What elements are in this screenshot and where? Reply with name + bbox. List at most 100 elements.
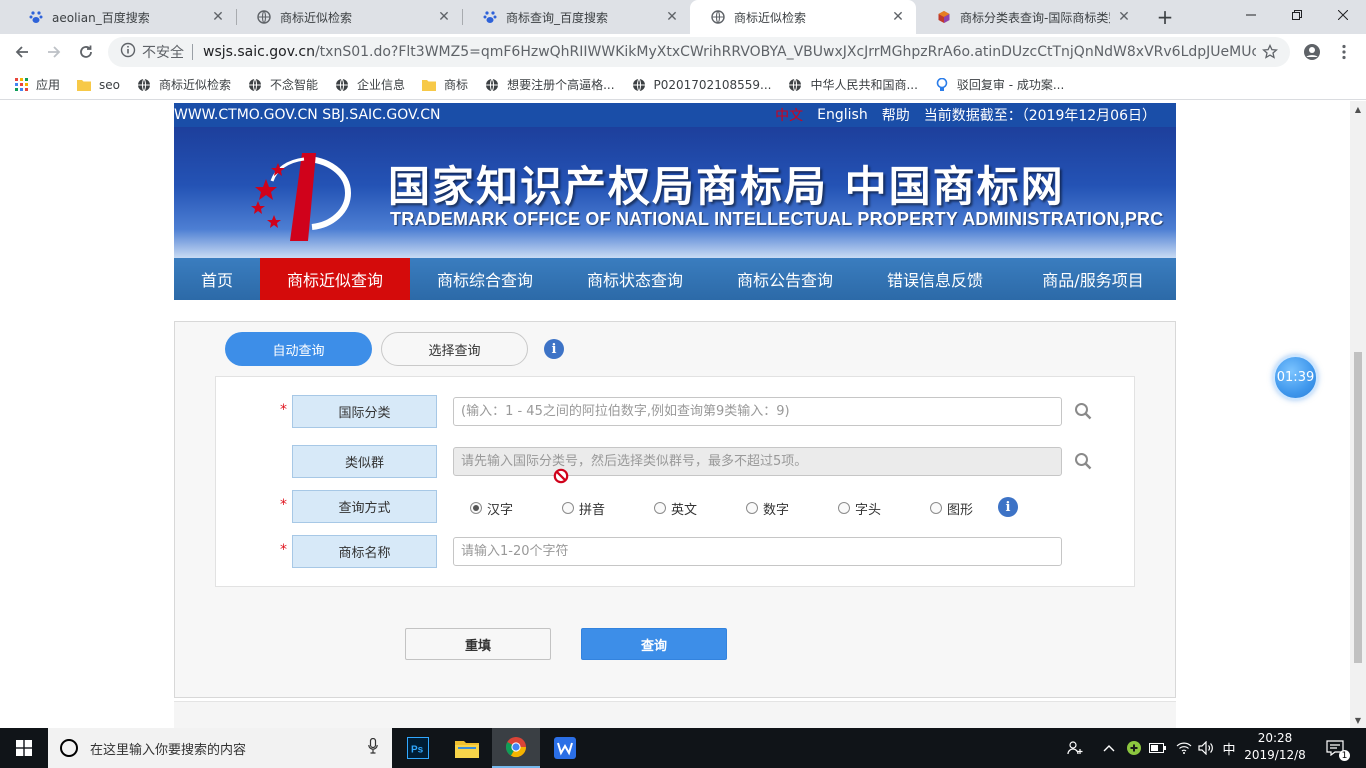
windows-taskbar: 在这里输入你要搜索的内容 Ps 中 20:28 2019/12/8 1 bbox=[0, 728, 1366, 768]
radio-hanzi[interactable]: 汉字 bbox=[470, 499, 562, 518]
query-button[interactable]: 查询 bbox=[581, 628, 727, 660]
page-scrollbar[interactable]: ▲ ▼ bbox=[1350, 101, 1366, 728]
bookmark-prc[interactable]: 中华人民共和国商... bbox=[788, 76, 918, 93]
bookmark-register[interactable]: 想要注册个高逼格... bbox=[485, 76, 615, 93]
tab-class-table[interactable]: 商标分类表查询-国际商标类别 ✕ bbox=[916, 0, 1142, 34]
taskbar-search-box[interactable]: 在这里输入你要搜索的内容 bbox=[48, 728, 392, 768]
similar-group-label: 类似群 bbox=[292, 445, 437, 478]
info-circle-icon[interactable] bbox=[120, 42, 136, 62]
globe-icon bbox=[137, 78, 151, 92]
url-text[interactable]: wsjs.saic.gov.cn/txnS01.do?Flt3WMZ5=qmF6… bbox=[203, 44, 1256, 60]
floating-timer-widget[interactable]: 01:39 bbox=[1273, 355, 1318, 400]
bookmark-apps[interactable]: 应用 bbox=[14, 76, 60, 93]
radio-dot[interactable] bbox=[654, 502, 666, 514]
menu-kebab-icon[interactable] bbox=[1330, 38, 1358, 66]
info-icon[interactable]: i bbox=[998, 497, 1018, 517]
tab-trademark-query-search[interactable]: 商标查询_百度搜索 ✕ bbox=[462, 0, 690, 34]
select-query-tab[interactable]: 选择查询 bbox=[381, 332, 528, 366]
close-icon[interactable]: ✕ bbox=[210, 9, 226, 25]
forward-button[interactable] bbox=[40, 38, 68, 66]
nav-home[interactable]: 首页 bbox=[174, 258, 260, 300]
nav-error-feedback[interactable]: 错误信息反馈 bbox=[860, 258, 1010, 300]
intl-class-label: 国际分类 bbox=[292, 395, 437, 428]
query-method-label: 查询方式 bbox=[292, 490, 437, 523]
bookmark-review[interactable]: 驳回复审 - 成功案... bbox=[935, 76, 1064, 93]
similar-group-input[interactable] bbox=[453, 447, 1062, 476]
chevron-up-icon[interactable] bbox=[1100, 728, 1118, 768]
reload-button[interactable] bbox=[72, 38, 100, 66]
search-icon[interactable] bbox=[1074, 452, 1092, 470]
file-explorer-icon[interactable] bbox=[443, 728, 491, 768]
profile-avatar-icon[interactable] bbox=[1298, 38, 1326, 66]
browser-tabstrip: aeolian_百度搜索 ✕ 商标近似检索 ✕ 商标查询_百度搜索 ✕ 商标近似… bbox=[0, 0, 1366, 34]
search-icon[interactable] bbox=[1074, 402, 1092, 420]
clock-date: 2019/12/8 bbox=[1244, 748, 1306, 762]
nav-announcement-query[interactable]: 商标公告查询 bbox=[710, 258, 860, 300]
globe-icon bbox=[335, 78, 349, 92]
radio-dot[interactable] bbox=[930, 502, 942, 514]
people-icon[interactable] bbox=[1064, 728, 1086, 768]
notification-center-icon[interactable]: 1 bbox=[1320, 728, 1350, 768]
photoshop-icon[interactable]: Ps bbox=[394, 728, 442, 768]
close-icon[interactable]: ✕ bbox=[890, 9, 906, 25]
nav-comprehensive-query[interactable]: 商标综合查询 bbox=[410, 258, 560, 300]
not-secure-label[interactable]: 不安全 bbox=[142, 42, 184, 62]
scrollbar-thumb[interactable] bbox=[1354, 352, 1362, 663]
bookmark-bunian[interactable]: 不念智能 bbox=[248, 76, 318, 93]
bookmark-trademark-similar[interactable]: 商标近似检索 bbox=[137, 76, 231, 93]
nav-goods-services[interactable]: 商品/服务项目 bbox=[1010, 258, 1176, 300]
close-window-button[interactable] bbox=[1320, 0, 1366, 30]
site-top-strip: WWW.CTMO.GOV.CN SBJ.SAIC.GOV.CN 中文 Engli… bbox=[174, 103, 1176, 127]
radio-dot[interactable] bbox=[746, 502, 758, 514]
taskbar-clock[interactable]: 20:28 2019/12/8 bbox=[1240, 730, 1310, 764]
help-link[interactable]: 帮助 bbox=[882, 105, 910, 125]
lang-chinese-link[interactable]: 中文 bbox=[775, 105, 803, 125]
ime-indicator[interactable]: 中 bbox=[1218, 728, 1240, 768]
start-button[interactable] bbox=[0, 728, 48, 768]
bookmark-seo[interactable]: seo bbox=[77, 78, 120, 92]
security-shield-icon[interactable] bbox=[1124, 728, 1144, 768]
info-icon[interactable]: i bbox=[544, 339, 564, 359]
radio-initials[interactable]: 字头 bbox=[838, 499, 930, 518]
chrome-icon[interactable] bbox=[492, 728, 540, 768]
mark-name-input[interactable] bbox=[453, 537, 1062, 566]
bookmark-p0201[interactable]: P0201702108559... bbox=[632, 78, 771, 92]
scroll-up-arrow-icon[interactable]: ▲ bbox=[1350, 101, 1366, 117]
page-footer-strip bbox=[174, 701, 1176, 728]
minimize-button[interactable] bbox=[1228, 0, 1274, 30]
address-bar[interactable]: 不安全 wsjs.saic.gov.cn/txnS01.do?Flt3WMZ5=… bbox=[108, 37, 1290, 67]
bookmark-label: 中华人民共和国商... bbox=[810, 78, 918, 92]
back-button[interactable] bbox=[8, 38, 36, 66]
scroll-down-arrow-icon[interactable]: ▼ bbox=[1350, 712, 1366, 728]
close-icon[interactable]: ✕ bbox=[436, 9, 452, 25]
battery-icon[interactable] bbox=[1148, 728, 1168, 768]
volume-icon[interactable] bbox=[1196, 728, 1216, 768]
restore-button[interactable] bbox=[1274, 0, 1320, 30]
radio-english[interactable]: 英文 bbox=[654, 499, 746, 518]
auto-query-tab[interactable]: 自动查询 bbox=[225, 332, 372, 366]
wifi-icon[interactable] bbox=[1174, 728, 1194, 768]
radio-number[interactable]: 数字 bbox=[746, 499, 838, 518]
intl-class-input[interactable] bbox=[453, 397, 1062, 426]
close-icon[interactable]: ✕ bbox=[664, 9, 680, 25]
tab-aeolian-search[interactable]: aeolian_百度搜索 ✕ bbox=[8, 0, 236, 34]
radio-dot[interactable] bbox=[838, 502, 850, 514]
nav-similar-query[interactable]: 商标近似查询 bbox=[260, 258, 410, 300]
globe-icon bbox=[248, 78, 262, 92]
bookmark-company-info[interactable]: 企业信息 bbox=[335, 76, 405, 93]
wps-icon[interactable] bbox=[541, 728, 589, 768]
radio-dot[interactable] bbox=[470, 502, 482, 514]
new-tab-button[interactable]: + bbox=[1152, 5, 1178, 29]
lang-english-link[interactable]: English bbox=[817, 107, 868, 123]
tab-trademark-similar-active[interactable]: 商标近似检索 ✕ bbox=[690, 0, 916, 34]
close-icon[interactable]: ✕ bbox=[1116, 9, 1132, 25]
radio-figure[interactable]: 图形 bbox=[930, 499, 998, 518]
nav-status-query[interactable]: 商标状态查询 bbox=[560, 258, 710, 300]
reset-button[interactable]: 重填 bbox=[405, 628, 551, 660]
bookmark-trademark-folder[interactable]: 商标 bbox=[422, 76, 468, 93]
microphone-icon[interactable] bbox=[368, 737, 378, 758]
tab-trademark-similar-1[interactable]: 商标近似检索 ✕ bbox=[236, 0, 462, 34]
bookmark-star-icon[interactable] bbox=[1256, 38, 1284, 66]
radio-dot[interactable] bbox=[562, 502, 574, 514]
radio-pinyin[interactable]: 拼音 bbox=[562, 499, 654, 518]
